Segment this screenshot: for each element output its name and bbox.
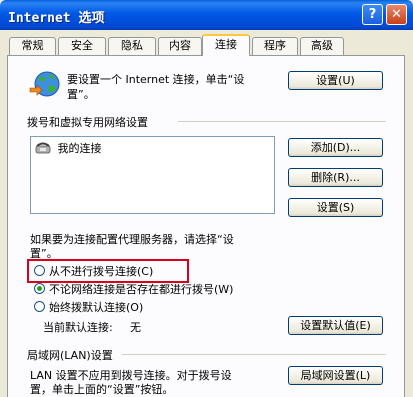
lan-note-line2: 置，单击上面的“设置”按钮。 [30,383,174,396]
lan-divider [122,354,386,355]
current-default-value: 无 [130,321,141,334]
set-default-button[interactable]: 设置默认值(E) [288,316,383,335]
always-dial-default-label[interactable]: 始终拨默认连接(O) [49,299,143,315]
always-dial-default-radio[interactable] [34,301,45,312]
dialup-heading: 拨号和虚拟专用网络设置 [27,116,148,129]
lan-settings-button[interactable]: 局域网设置(L) [288,366,383,385]
tab-content[interactable]: 内容 [158,37,202,55]
proxy-note-line1: 如果要为连接配置代理服务器，请选择“设 [30,233,234,246]
dial-whenever-radio[interactable] [34,283,45,294]
connection-list[interactable]: 我的连接 [30,136,275,214]
setup-description-line2: 置”。 [67,88,95,101]
tab-advanced[interactable]: 高级 [300,37,344,55]
remove-connection-button[interactable]: 删除(R)... [288,168,383,187]
connection-name: 我的连接 [57,142,102,155]
window-title: Internet 选项 [8,11,105,26]
tab-strip: 常规 安全 隐私 内容 连接 程序 高级 [0,34,413,56]
add-connection-button[interactable]: 添加(D)... [288,138,383,157]
tab-programs[interactable]: 程序 [252,37,298,55]
help-button[interactable]: ? [362,4,383,25]
current-default-label: 当前默认连接: [43,321,113,334]
connections-panel [7,55,405,397]
highlight-box [27,259,189,283]
title-bar: Internet 选项 ? ✕ [0,0,413,30]
globe-network-icon [27,70,63,103]
tab-security[interactable]: 安全 [58,37,106,55]
setup-description-line1: 要设置一个 Internet 连接，单击“设 [67,73,245,86]
tab-general[interactable]: 常规 [9,37,56,55]
lan-heading: 局域网(LAN)设置 [27,349,113,362]
dialup-phone-icon [35,141,51,157]
close-button[interactable]: ✕ [386,4,407,25]
dialup-divider [178,121,386,122]
list-item[interactable]: 我的连接 [35,140,102,157]
tab-privacy[interactable]: 隐私 [108,37,156,55]
dial-whenever-label[interactable]: 不论网络连接是否存在都进行拨号(W) [49,281,233,297]
tab-connections[interactable]: 连接 [202,34,250,56]
connection-settings-button[interactable]: 设置(S) [288,198,383,217]
setup-button[interactable]: 设置(U) [288,71,383,90]
